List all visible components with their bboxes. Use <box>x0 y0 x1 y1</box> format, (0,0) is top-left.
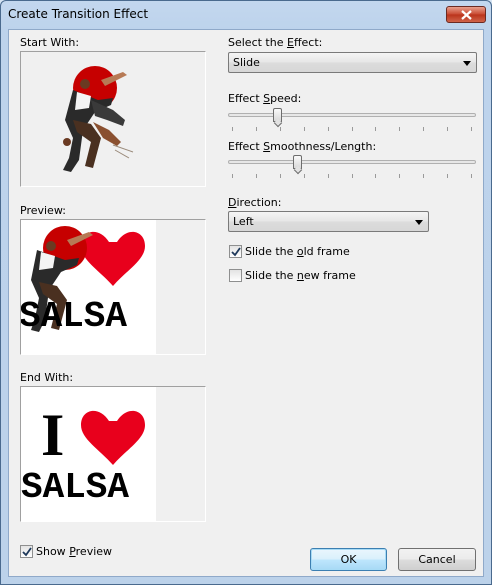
chevron-down-icon <box>463 61 471 66</box>
dialog-window: Create Transition Effect Start With: Pre… <box>0 0 492 585</box>
slider-tick <box>471 174 472 178</box>
slider-tick <box>423 127 424 131</box>
slider-tick <box>232 174 233 178</box>
effect-smoothness-slider[interactable] <box>228 155 476 181</box>
direction-label: Direction: <box>228 196 282 209</box>
slider-tick <box>232 127 233 131</box>
slider-tick <box>304 174 305 178</box>
start-with-frame <box>20 51 206 187</box>
slider-tick <box>328 174 329 178</box>
start-with-label: Start With: <box>20 36 80 49</box>
window-title: Create Transition Effect <box>8 7 149 21</box>
preview-image: SALSA <box>21 226 145 337</box>
slider-tick <box>352 174 353 178</box>
slider-tick <box>256 127 257 131</box>
preview-salsa-text: SALSA <box>21 296 127 337</box>
slide-old-frame-checkbox[interactable] <box>229 245 242 258</box>
preview-label: Preview: <box>20 204 66 217</box>
close-button[interactable] <box>446 6 486 23</box>
ok-button[interactable]: OK <box>310 548 387 571</box>
slider-tick <box>399 127 400 131</box>
close-x-icon <box>461 10 472 20</box>
effect-value: Slide <box>233 56 260 69</box>
slider-track <box>228 160 476 164</box>
slider-tick <box>256 174 257 178</box>
cancel-button[interactable]: Cancel <box>398 548 476 571</box>
slider-tick <box>399 174 400 178</box>
chevron-down-icon <box>415 220 423 225</box>
effect-speed-label: Effect Speed: <box>228 92 302 105</box>
show-preview-label[interactable]: Show Preview <box>36 545 112 558</box>
slider-tick <box>471 127 472 131</box>
end-with-canvas: I SALSA <box>21 387 156 521</box>
select-effect-label: Select the Effect: <box>228 36 323 49</box>
slide-new-frame-label[interactable]: Slide the new frame <box>245 269 356 282</box>
checkmark-icon <box>22 547 32 557</box>
effect-speed-slider[interactable] <box>228 108 476 134</box>
end-salsa-text: SALSA <box>21 467 129 508</box>
slider-tick <box>375 127 376 131</box>
end-i-text: I <box>41 402 64 468</box>
heart-icon <box>81 410 145 465</box>
preview-canvas: SALSA <box>21 220 156 354</box>
slider-tick <box>352 127 353 131</box>
slider-tick <box>447 174 448 178</box>
slider-thumb[interactable] <box>273 108 282 122</box>
slider-tick <box>280 174 281 178</box>
preview-frame: SALSA <box>20 219 206 355</box>
slider-tick <box>447 127 448 131</box>
end-with-frame: I SALSA <box>20 386 206 522</box>
end-with-label: End With: <box>20 371 74 384</box>
checkmark-icon <box>231 247 241 257</box>
slider-tick <box>280 127 281 131</box>
show-preview-checkbox[interactable] <box>20 545 33 558</box>
slider-tick <box>423 174 424 178</box>
effect-smoothness-label: Effect Smoothness/Length: <box>228 140 377 153</box>
dancers-image <box>63 66 134 172</box>
slider-track <box>228 113 476 117</box>
slide-new-frame-checkbox[interactable] <box>229 269 242 282</box>
direction-value: Left <box>233 215 254 228</box>
slide-old-frame-label[interactable]: Slide the old frame <box>245 245 350 258</box>
slider-thumb[interactable] <box>293 155 302 169</box>
dialog-client: Start With: Preview: SALSA End With: I S… <box>8 29 484 577</box>
title-bar[interactable]: Create Transition Effect <box>1 1 491 29</box>
slider-tick <box>304 127 305 131</box>
direction-dropdown[interactable]: Left <box>228 211 429 232</box>
slider-tick <box>375 174 376 178</box>
effect-dropdown[interactable]: Slide <box>228 52 477 73</box>
i-love-salsa-image: I SALSA <box>21 402 145 508</box>
slider-tick <box>328 127 329 131</box>
